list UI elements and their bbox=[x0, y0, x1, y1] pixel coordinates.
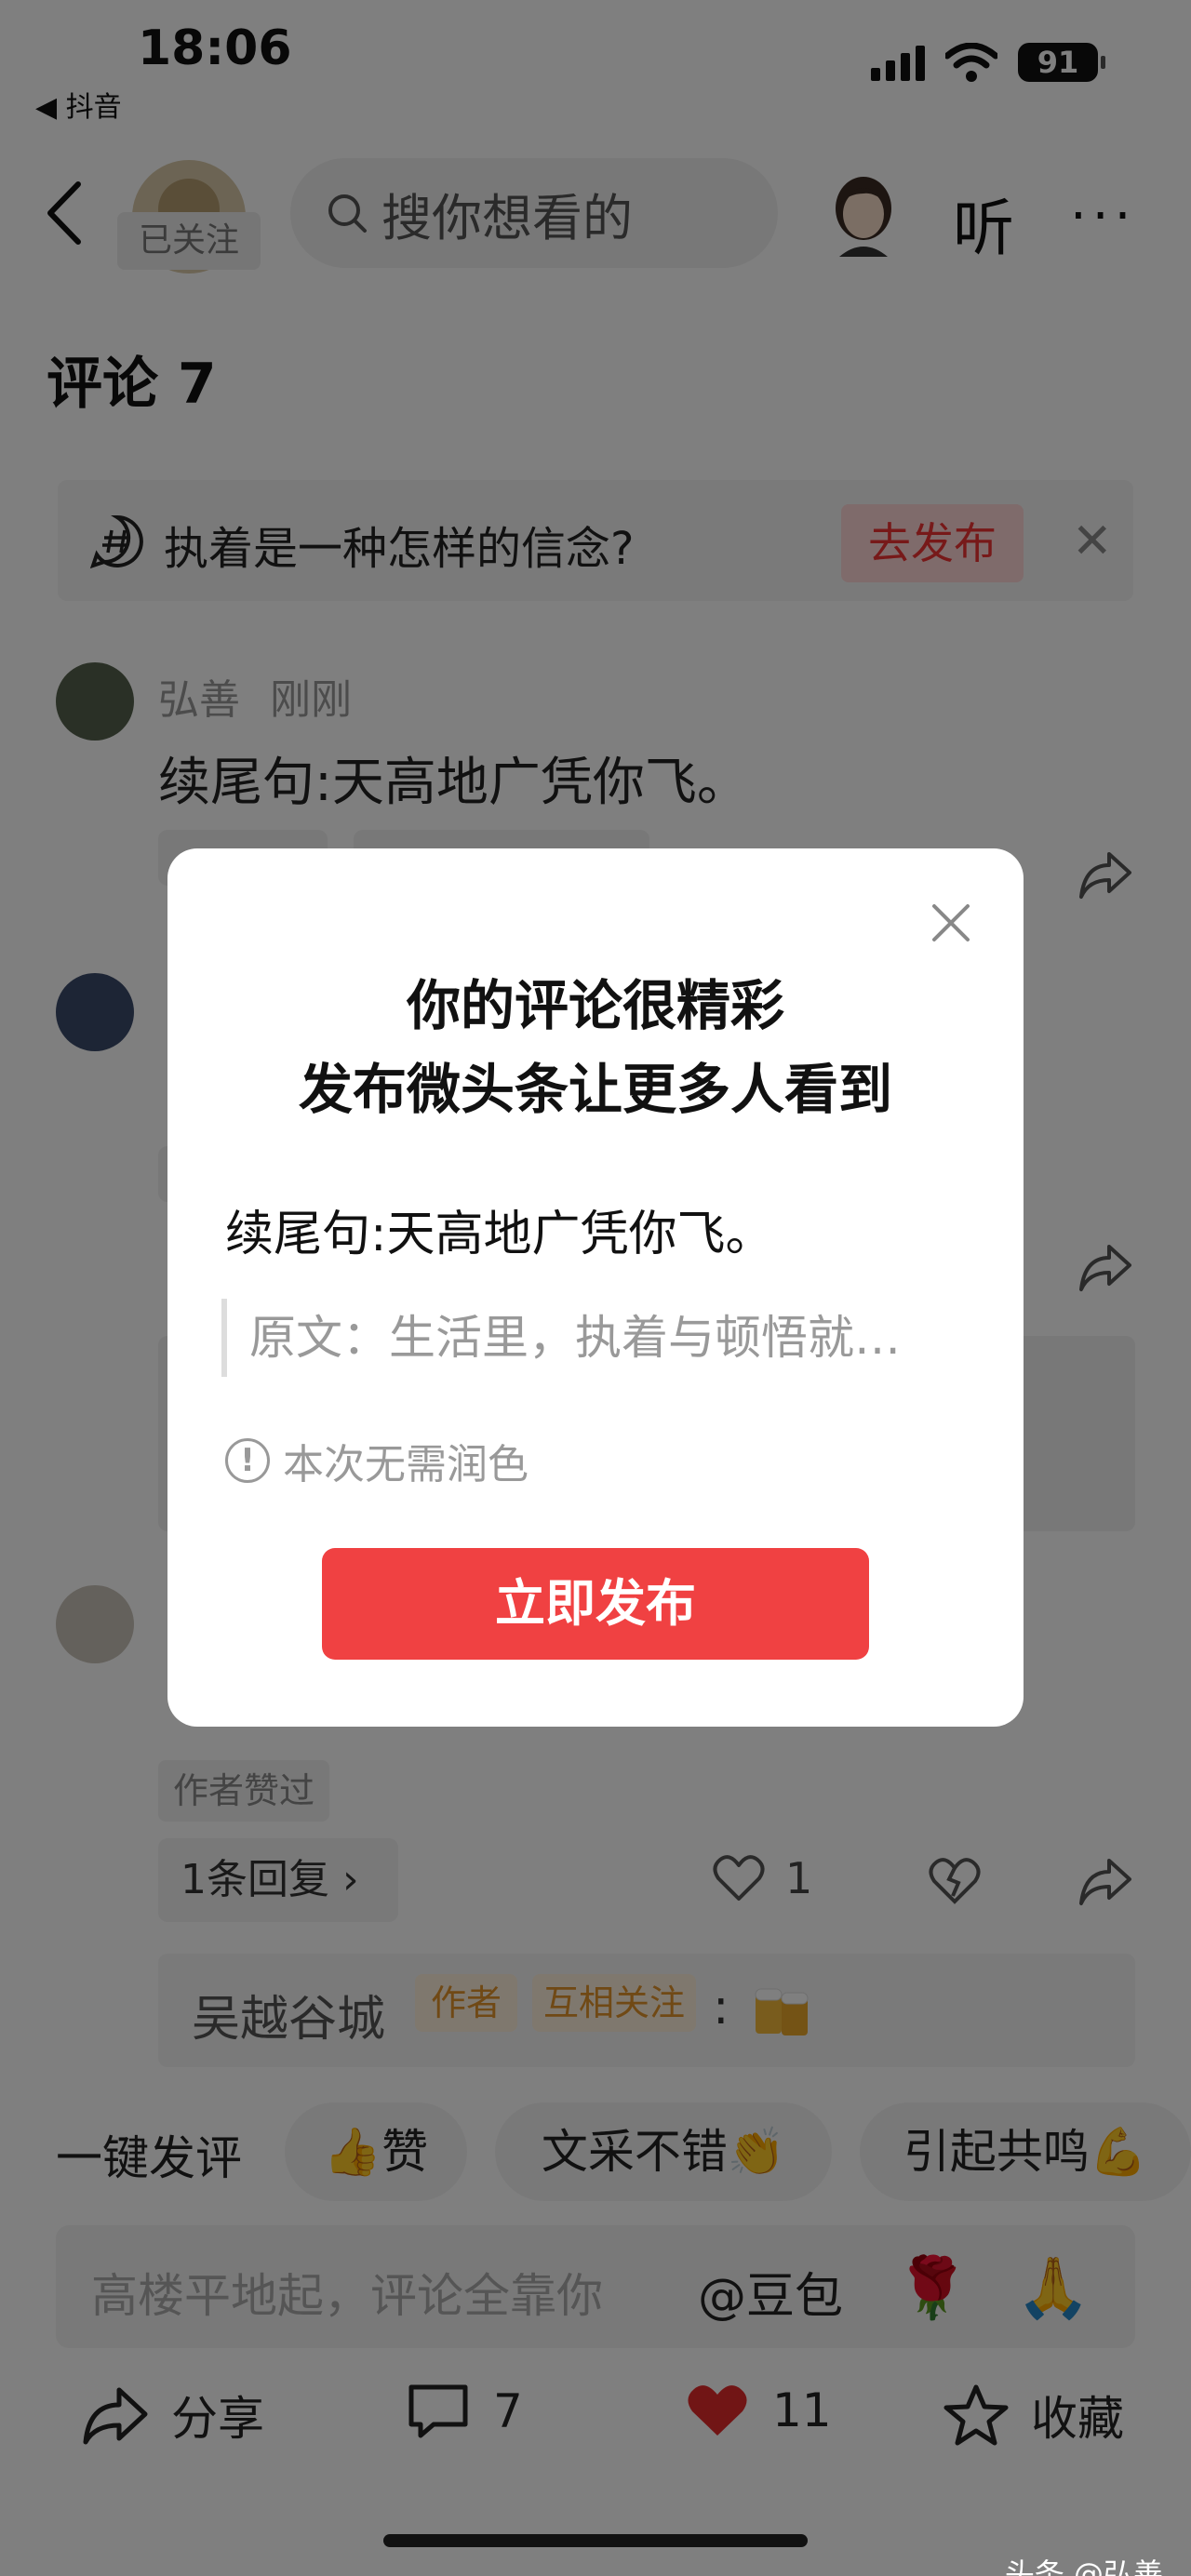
dialog-title-line1: 你的评论很精彩 bbox=[406, 974, 784, 1037]
dialog-note: ! 本次无需润色 bbox=[225, 1431, 529, 1490]
info-icon: ! bbox=[225, 1438, 270, 1483]
dialog-quote-text: 原文：生活里，执着与顿悟就… bbox=[221, 1299, 966, 1377]
dialog-comment-text: 续尾句:天高地广凭你飞。 bbox=[225, 1207, 774, 1262]
publish-prompt-dialog: 你的评论很精彩 发布微头条让更多人看到 续尾句:天高地广凭你飞。 原文：生活里，… bbox=[167, 848, 1024, 1727]
watermark-text: 头条 @弘善 bbox=[1004, 2556, 1163, 2576]
publish-now-button[interactable]: 立即发布 bbox=[322, 1548, 869, 1660]
dialog-title-line2: 发布微头条让更多人看到 bbox=[298, 1058, 892, 1121]
home-indicator[interactable] bbox=[383, 2534, 808, 2547]
close-icon[interactable] bbox=[927, 899, 975, 947]
dialog-note-text: 本次无需润色 bbox=[283, 1441, 529, 1488]
